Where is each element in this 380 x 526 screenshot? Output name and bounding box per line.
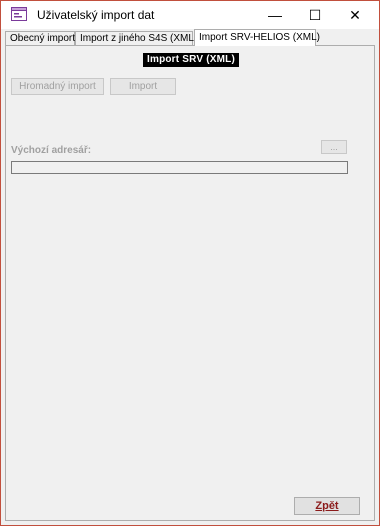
close-icon: ✕ (349, 6, 361, 23)
minimize-button[interactable]: — (255, 1, 295, 29)
import-window: Uživatelský import dat — ☐ ✕ Obecný impo… (0, 0, 380, 526)
title-bar: Uživatelský import dat — ☐ ✕ (1, 1, 379, 29)
tab-import-srv-helios-xml[interactable]: Import SRV-HELIOS (XML) (194, 29, 320, 46)
section-heading: Import SRV (XML) (143, 53, 240, 67)
mass-import-button[interactable]: Hromadný import (11, 78, 104, 95)
tab-strip: Obecný import Import z jiného S4S (XML) … (5, 29, 375, 46)
minimize-icon: — (268, 7, 282, 23)
tab-general-import[interactable]: Obecný import (5, 31, 75, 45)
back-button-label: Zpět (315, 500, 339, 512)
tab-panel: Import SRV (XML) Hromadný import Import … (5, 45, 375, 521)
import-button[interactable]: Import (110, 78, 176, 95)
default-directory-field[interactable] (11, 161, 348, 174)
default-directory-label: Výchozí adresář: (11, 145, 92, 156)
back-button[interactable]: Zpět (294, 497, 360, 515)
access-form-icon (11, 7, 27, 21)
browse-button[interactable]: ... (321, 140, 347, 154)
window-title: Uživatelský import dat (37, 8, 155, 22)
maximize-button[interactable]: ☐ (295, 1, 335, 29)
close-button[interactable]: ✕ (335, 1, 375, 29)
tab-import-s4s-xml[interactable]: Import z jiného S4S (XML) (75, 31, 197, 45)
maximize-icon: ☐ (308, 6, 322, 23)
